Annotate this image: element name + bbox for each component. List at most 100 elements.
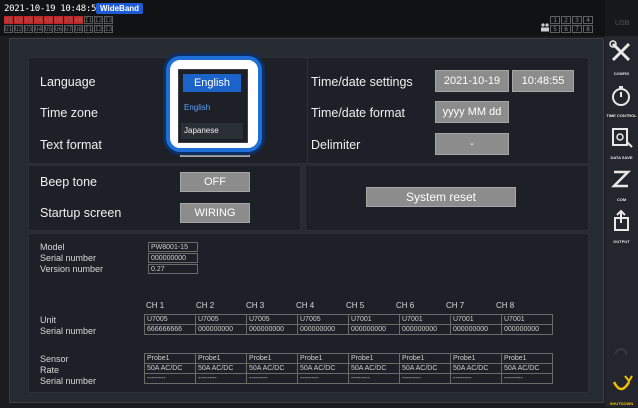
channel-status-cell: U1 [4, 25, 13, 33]
channel-status-cell: U5 [44, 16, 53, 24]
sensor-serial-row: -------- -------- -------- -------- --------… [144, 373, 553, 384]
startup-screen-label: Startup screen [40, 206, 122, 220]
table-cell: Probe1 [297, 353, 349, 364]
wideband-badge: WideBand [96, 3, 144, 14]
shutdown-label: SHUTDOWN [609, 401, 634, 406]
language-option-japanese[interactable]: Japanese [181, 123, 243, 139]
timedate-format-label: Time/date format [311, 106, 406, 120]
table-cell: 50A AC/DC [450, 363, 502, 374]
channel-status-cell: I2 [94, 16, 103, 24]
channel-status-cell: U4 [34, 25, 43, 33]
grid-cell: 5 [550, 25, 560, 33]
table-cell: 000000000 [399, 324, 451, 335]
timezone-label: Time zone [40, 106, 98, 120]
shutdown-button[interactable]: SHUTDOWN [605, 368, 638, 408]
table-cell: -------- [399, 373, 451, 384]
com-button[interactable]: COM [605, 164, 638, 204]
channel-status-cell: U3 [24, 25, 33, 33]
language-option-english[interactable]: English [181, 100, 243, 116]
channel-header: CH 6 [396, 301, 415, 310]
timedate-format-button[interactable]: yyyy MM dd [435, 101, 509, 123]
sidebar: CONFIG TIME CONTROL DATA SAVE COM OUTPUT [605, 36, 638, 407]
config-button[interactable]: CONFIG [605, 38, 638, 78]
table-cell: Probe1 [450, 353, 502, 364]
unit-serial-label: Serial number [40, 326, 97, 336]
table-cell: -------- [348, 373, 400, 384]
table-cell: 50A AC/DC [297, 363, 349, 374]
table-cell: U7001 [348, 314, 400, 325]
table-cell: 000000000 [348, 324, 400, 335]
table-cell: U7005 [195, 314, 247, 325]
model-label: Model [40, 242, 65, 252]
language-label: Language [40, 75, 96, 89]
table-cell: 000000000 [246, 324, 298, 335]
language-dropdown[interactable]: English English Japanese [166, 56, 262, 152]
table-cell: 000000000 [450, 324, 502, 335]
channel-header: CH 1 [146, 301, 165, 310]
delimiter-button[interactable]: - [435, 133, 509, 155]
channel-header: CH 3 [246, 301, 265, 310]
delimiter-label: Delimiter [311, 138, 361, 152]
table-cell: 50A AC/DC [195, 363, 247, 374]
language-selected[interactable]: English [183, 74, 241, 92]
grid-cell: 4 [583, 16, 593, 24]
system-reset-button[interactable]: System reset [366, 187, 516, 207]
table-cell: U7001 [450, 314, 502, 325]
model-value: PW8001-15 [148, 242, 198, 252]
table-cell: 000000000 [501, 324, 553, 335]
table-cell: 50A AC/DC [348, 363, 400, 374]
channel-status-cell: I1 [84, 25, 93, 33]
beep-tone-label: Beep tone [40, 175, 97, 189]
person-icon [541, 23, 549, 32]
channel-status-cell: U7 [64, 25, 73, 33]
serial-number-value: 000000000 [148, 253, 198, 263]
beep-tone-button[interactable]: OFF [180, 172, 250, 192]
textformat-label: Text format [40, 138, 102, 152]
channel-status-cell: U8 [74, 25, 83, 33]
table-cell: U7005 [297, 314, 349, 325]
unit-row: U7005 U7005 U7005 U7005 U7001 U7001 U7001 U7001 [144, 314, 553, 325]
channel-status-cell: I3 [104, 25, 113, 33]
grid-cell: 7 [572, 25, 582, 33]
data-save-label: DATA SAVE [610, 155, 633, 160]
com-icon [610, 170, 632, 188]
table-cell: -------- [501, 373, 553, 384]
output-icon [614, 209, 629, 231]
grid-cell: 3 [572, 16, 582, 24]
channel-header: CH 5 [346, 301, 365, 310]
channel-status-cell: I3 [104, 16, 113, 24]
table-cell: 50A AC/DC [246, 363, 298, 374]
shutdown-icon [612, 375, 633, 391]
date-button[interactable]: 2021-10-19 [435, 70, 509, 92]
unit-label: Unit [40, 315, 57, 325]
channel-status-cell: U8 [74, 16, 83, 24]
channel-status-cell: U1 [4, 16, 13, 24]
output-button[interactable]: OUTPUT [605, 206, 638, 246]
status-bar: 2021-10-19 10:48:55 WideBand U1 U2 U3 U4 U5 U… [0, 0, 605, 36]
table-cell: Probe1 [399, 353, 451, 364]
data-save-icon [612, 128, 633, 148]
channel-status-row-2: U1 U2 U3 U4 U5 U6 U7 U8 I1 I2 I3 [4, 25, 113, 33]
grid-cell: 8 [583, 25, 593, 33]
table-cell: -------- [246, 373, 298, 384]
time-button[interactable]: 10:48:55 [512, 70, 574, 92]
time-control-button[interactable]: TIME CONTROL [605, 80, 638, 120]
table-cell: U7001 [399, 314, 451, 325]
data-save-button[interactable]: DATA SAVE [605, 122, 638, 162]
table-cell: -------- [297, 373, 349, 384]
stopwatch-icon [612, 86, 630, 106]
channel-status-cell: U6 [54, 16, 63, 24]
serial-number-label: Serial number [40, 253, 97, 263]
sensor-table: Probe1 Probe1 Probe1 Probe1 Probe1 Probe1 Prob… [144, 353, 553, 384]
channel-header: CH 8 [496, 301, 515, 310]
table-cell: 000000000 [297, 324, 349, 335]
table-cell: U7005 [144, 314, 196, 325]
table-cell: Probe1 [246, 353, 298, 364]
channel-header: CH 2 [196, 301, 215, 310]
sensor-serial-label: Serial number [40, 376, 97, 386]
startup-screen-button[interactable]: WIRING [180, 203, 250, 223]
timedate-settings-label: Time/date settings [311, 75, 413, 89]
channel-grid-indicator: 1234 5678 [550, 16, 593, 33]
config-label: CONFIG [613, 71, 630, 76]
time-control-label: TIME CONTROL [606, 113, 637, 118]
